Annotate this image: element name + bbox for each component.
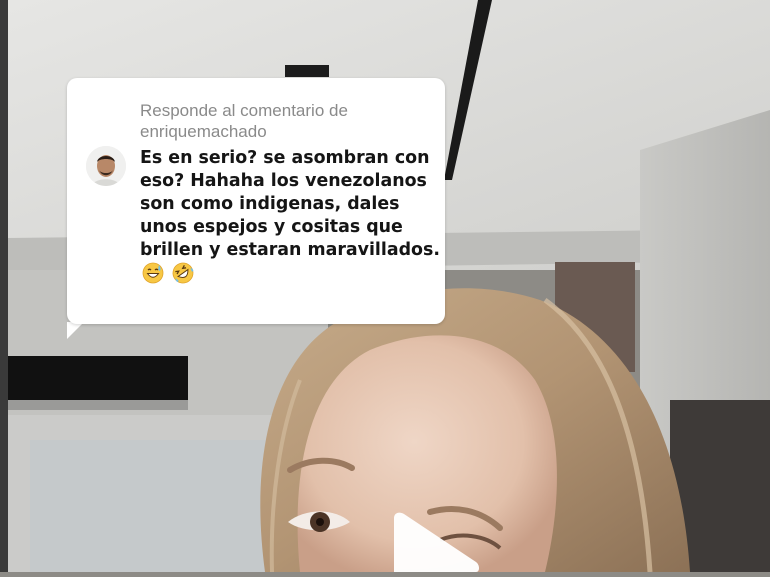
reply-header-label: Responde al comentario de <box>140 101 348 120</box>
play-button[interactable] <box>380 512 488 572</box>
comment-body: Es en serio? se asombran con eso? Hahaha… <box>140 148 440 260</box>
grinning-sweat-emoji <box>142 262 164 284</box>
comment-text: Es en serio? se asombran con eso? Hahaha… <box>140 147 440 287</box>
reply-header: Responde al comentario de enriquemachado <box>140 100 430 142</box>
play-icon <box>394 512 479 572</box>
ceiling-vent <box>285 65 329 77</box>
frame-left-edge <box>0 0 8 572</box>
person-pupil-left <box>316 518 324 526</box>
reply-card[interactable]: Responde al comentario de enriquemachado… <box>67 78 445 324</box>
ac-vent <box>8 356 188 402</box>
rofl-emoji <box>172 262 194 284</box>
reply-card-tail <box>67 322 84 339</box>
ac-vent-edge <box>8 400 188 410</box>
reply-username[interactable]: enriquemachado <box>140 121 430 142</box>
commenter-avatar[interactable] <box>86 146 126 186</box>
